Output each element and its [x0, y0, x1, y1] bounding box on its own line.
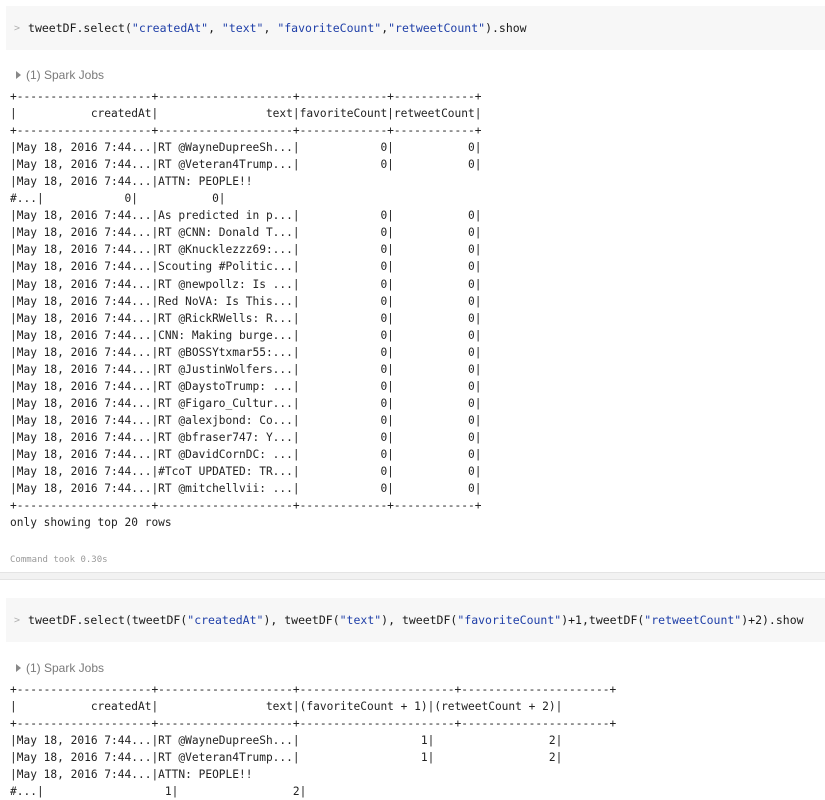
- output-line: |May 18, 2016 7:44...|RT @BOSSYtxmar55:.…: [10, 345, 482, 359]
- output-line: #...| 1| 2|: [10, 785, 307, 799]
- output-line: #...| 0| 0|: [10, 192, 226, 206]
- command-took-label: Command took 0.30s: [10, 555, 108, 565]
- spark-jobs-label: (1) Spark Jobs: [26, 68, 105, 82]
- output-line: |May 18, 2016 7:44...|Red NoVA: Is This.…: [10, 294, 482, 308]
- output-line: +--------------------+------------------…: [10, 717, 617, 731]
- code-string-literal: "retweetCount": [388, 21, 486, 35]
- cell-prompt-icon: >: [14, 614, 21, 626]
- command-code[interactable]: tweetDF.select(tweetDF("createdAt"), twe…: [28, 613, 804, 627]
- output-line: |May 18, 2016 7:44...|CNN: Making burge.…: [10, 328, 482, 342]
- output-line: |May 18, 2016 7:44...|RT @RickRWells: R.…: [10, 311, 482, 325]
- expand-triangle-icon: [16, 664, 21, 672]
- command-output: +--------------------+------------------…: [10, 681, 616, 800]
- code-token: )+1,tweetDF(: [561, 613, 645, 627]
- code-token: tweetDF.select(tweetDF(: [28, 613, 188, 627]
- code-string-literal: "favoriteCount": [457, 613, 562, 627]
- command-output: +--------------------+------------------…: [10, 88, 481, 531]
- output-line: |May 18, 2016 7:44...|RT @Veteran4Trump.…: [10, 158, 482, 172]
- code-token: ,: [263, 21, 278, 35]
- output-line: |May 18, 2016 7:44...|ATTN: PEOPLE!!: [10, 768, 253, 782]
- output-line: |May 18, 2016 7:44...|RT @WayneDupreeSh.…: [10, 141, 482, 155]
- code-string-literal: "text": [339, 613, 382, 627]
- output-line: |May 18, 2016 7:44...|RT @bfraser747: Y.…: [10, 430, 482, 444]
- output-line: |May 18, 2016 7:44...|RT @DavidCornDC: .…: [10, 447, 482, 461]
- output-line: |May 18, 2016 7:44...|RT @WayneDupreeSh.…: [10, 734, 563, 748]
- output-line: only showing top 20 rows: [10, 516, 172, 530]
- output-line: |May 18, 2016 7:44...|RT @JustinWolfers.…: [10, 362, 482, 376]
- output-line: | createdAt| text|(favoriteCount + 1)|(r…: [10, 700, 563, 714]
- output-line: +--------------------+------------------…: [10, 683, 617, 696]
- output-line: |May 18, 2016 7:44...|As predicted in p.…: [10, 209, 482, 223]
- cell-separator: [0, 572, 825, 580]
- output-line: |May 18, 2016 7:44...|RT @mitchellvii: .…: [10, 482, 482, 496]
- output-line: +--------------------+------------------…: [10, 124, 482, 138]
- command-cell-1[interactable]: > tweetDF.select("createdAt", "text", "f…: [6, 6, 825, 50]
- output-line: |May 18, 2016 7:44...|RT @alexjbond: Co.…: [10, 413, 482, 427]
- command-code[interactable]: tweetDF.select("createdAt", "text", "fav…: [28, 21, 527, 35]
- output-line: |May 18, 2016 7:44...|ATTN: PEOPLE!!: [10, 175, 253, 189]
- code-string-literal: "createdAt": [187, 613, 264, 627]
- cell-prompt-icon: >: [14, 22, 21, 34]
- code-token: tweetDF.select(: [28, 21, 132, 35]
- command-cell-2[interactable]: > tweetDF.select(tweetDF("createdAt"), t…: [6, 598, 825, 642]
- code-token: ).show: [485, 21, 527, 35]
- code-token: ), tweetDF(: [381, 613, 458, 627]
- code-token: )+2).show: [741, 613, 804, 627]
- spark-jobs-label: (1) Spark Jobs: [26, 661, 105, 675]
- output-line: |May 18, 2016 7:44...|#TcoT UPDATED: TR.…: [10, 465, 482, 479]
- output-line: +--------------------+------------------…: [10, 499, 482, 513]
- spark-jobs-toggle[interactable]: (1) Spark Jobs: [16, 68, 104, 82]
- output-line: |May 18, 2016 7:44...|Scouting #Politic.…: [10, 260, 482, 274]
- output-line: |May 18, 2016 7:44...|RT @CNN: Donald T.…: [10, 226, 482, 240]
- code-string-literal: "retweetCount": [644, 613, 742, 627]
- output-line: |May 18, 2016 7:44...|RT @newpollz: Is .…: [10, 277, 482, 291]
- output-line: |May 18, 2016 7:44...|RT @Veteran4Trump.…: [10, 751, 563, 765]
- output-line: |May 18, 2016 7:44...|RT @DaystoTrump: .…: [10, 379, 482, 393]
- code-token: ,: [208, 21, 222, 35]
- output-line: |May 18, 2016 7:44...|RT @Figaro_Cultur.…: [10, 396, 482, 410]
- spark-jobs-toggle[interactable]: (1) Spark Jobs: [16, 661, 104, 675]
- code-string-literal: "text": [221, 21, 264, 35]
- expand-triangle-icon: [16, 71, 21, 79]
- code-string-literal: "favoriteCount": [277, 21, 382, 35]
- output-line: |May 18, 2016 7:44...|RT @Knucklezzz69:.…: [10, 243, 482, 257]
- output-line: | createdAt| text|favoriteCount|retweetC…: [10, 107, 482, 121]
- output-line: +--------------------+------------------…: [10, 90, 482, 103]
- code-string-literal: "createdAt": [131, 21, 209, 35]
- code-token: ), tweetDF(: [263, 613, 340, 627]
